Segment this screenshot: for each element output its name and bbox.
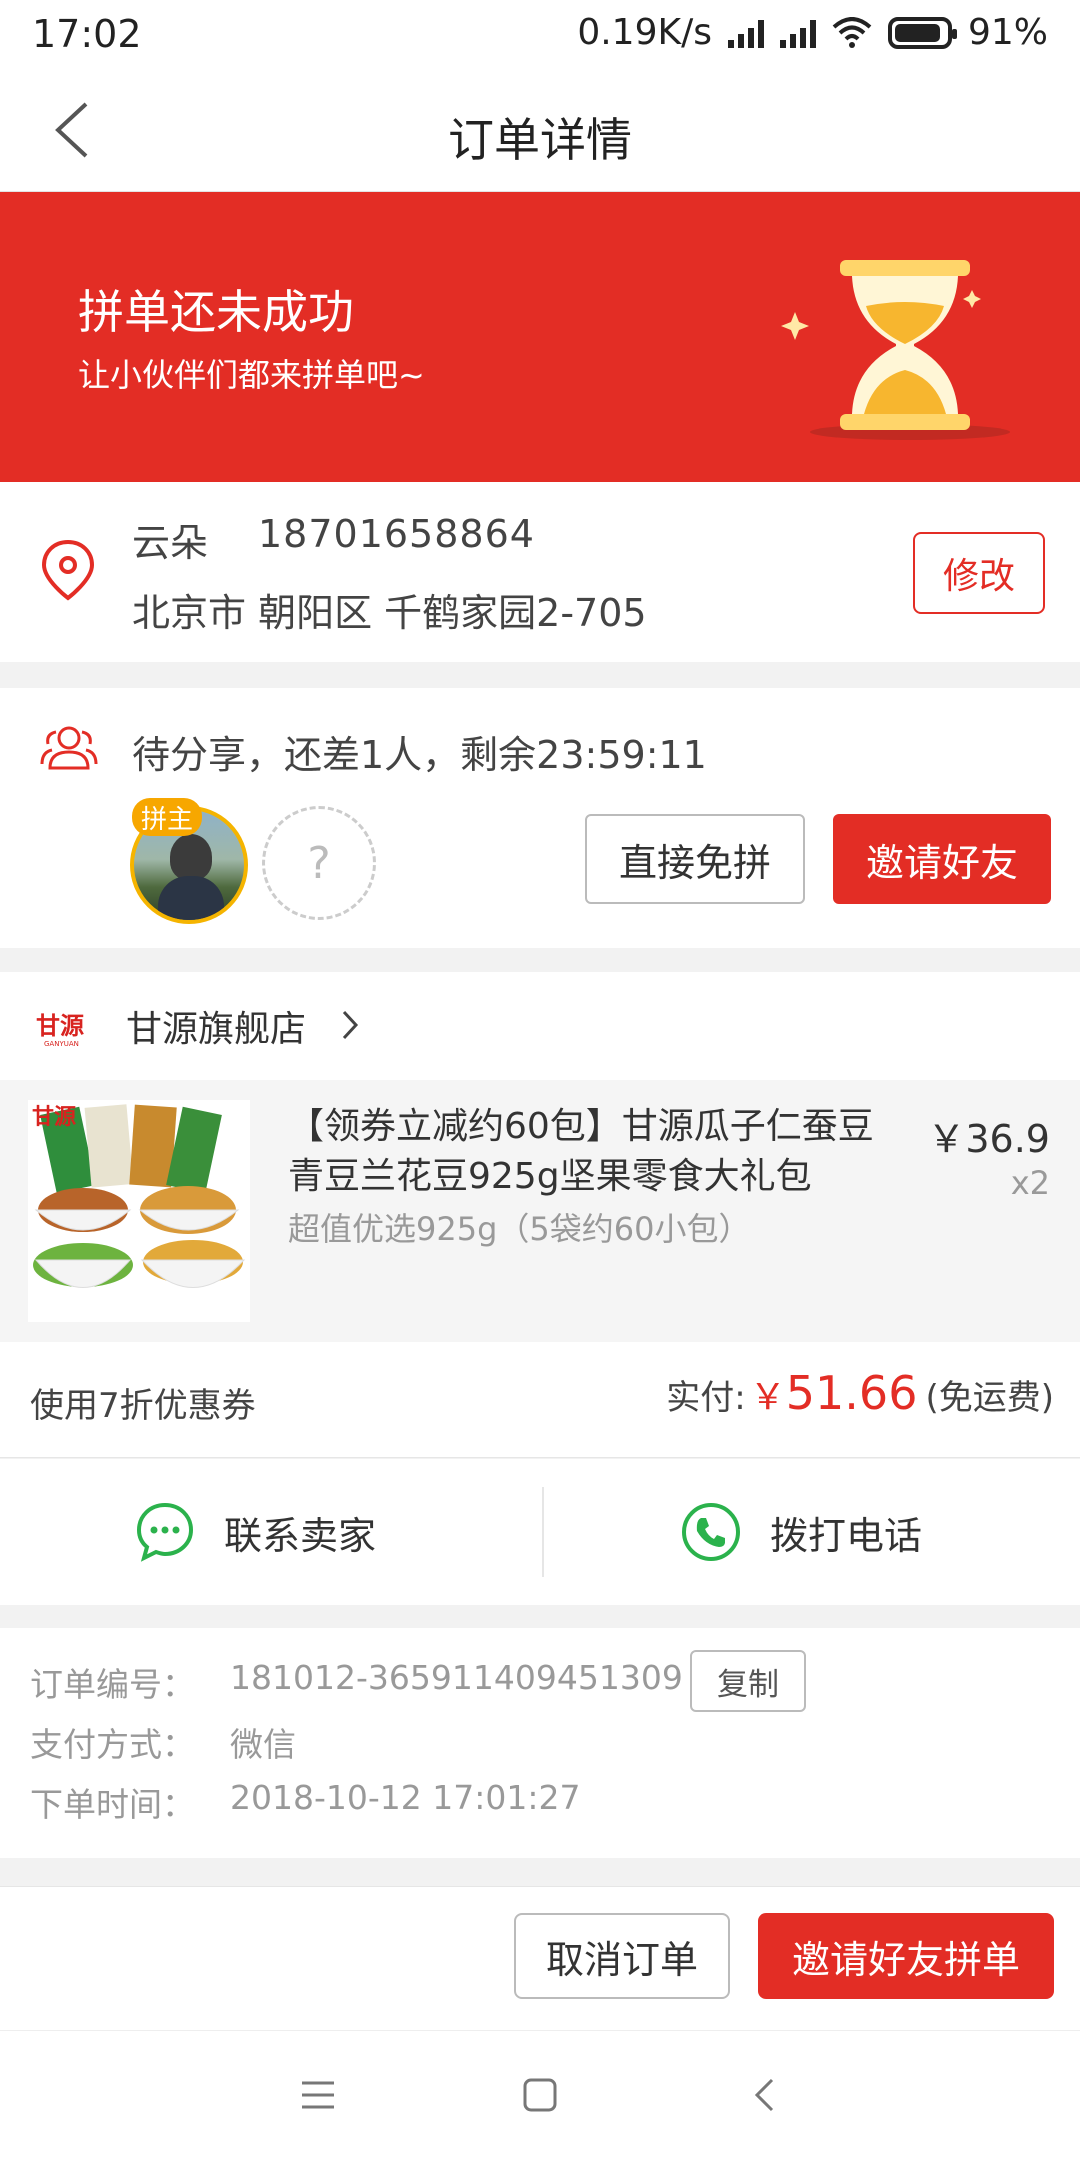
order-time-value: 2018-10-12 17:01:27 xyxy=(230,1778,581,1817)
address-section: 云朵 18701658864 北京市 朝阳区 千鹤家园2-705 修改 xyxy=(0,482,1080,662)
call-phone-button[interactable]: 拨打电话 xyxy=(680,1459,922,1605)
product-item[interactable]: 甘源 【领券立减约60包】甘源瓜子仁蚕豆青豆兰花豆925g坚果零食大礼包 超值优… xyxy=(0,1080,1080,1342)
group-buy-section: 待分享，还差1人，剩余23:59:11 拼主 ? 直接免拼 邀请好友 xyxy=(0,688,1080,948)
contact-divider xyxy=(542,1487,544,1577)
paid-value: 51.66 xyxy=(785,1366,918,1420)
shop-logo: 甘源 GANYUAN xyxy=(36,1012,84,1048)
group-people-icon xyxy=(40,726,98,770)
banner-subtitle: 让小伙伴们都来拼单吧~ xyxy=(78,356,425,394)
battery-fill xyxy=(894,23,941,42)
hourglass-icon xyxy=(781,260,1010,440)
copy-order-number-button[interactable]: 复制 xyxy=(690,1650,806,1712)
shop-name: 甘源旗舰店 xyxy=(126,1009,307,1050)
product-image-graphic: 甘源 xyxy=(28,1100,250,1322)
contact-seller-button[interactable]: 联系卖家 xyxy=(134,1459,376,1605)
home-icon[interactable] xyxy=(522,2077,558,2113)
menu-icon[interactable] xyxy=(300,2079,336,2111)
banner-title: 拼单还未成功 xyxy=(78,285,354,339)
invite-friend-button[interactable]: 邀请好友 xyxy=(833,814,1051,904)
status-bar: 17:02 0.19K/s 91% xyxy=(0,0,1080,70)
product-price: ￥36.9 xyxy=(927,1117,1050,1161)
payment-method-label: 支付方式： xyxy=(30,1725,195,1764)
contact-seller-label: 联系卖家 xyxy=(224,1513,377,1558)
coupon-text: 使用7折优惠券 xyxy=(30,1386,256,1426)
paid-label: 实付: xyxy=(666,1378,746,1418)
battery-icon xyxy=(887,16,957,49)
avatar-head xyxy=(170,834,212,880)
product-image-logo: 甘源 xyxy=(32,1105,76,1130)
signal-icon-2 xyxy=(779,18,816,48)
edit-address-button[interactable]: 修改 xyxy=(913,532,1045,614)
recipient-phone: 18701658864 xyxy=(258,512,535,556)
recipient-name: 云朵 xyxy=(132,521,209,565)
contact-section: 联系卖家 拨打电话 xyxy=(0,1459,1080,1605)
payment-method-value: 微信 xyxy=(230,1725,296,1764)
avatar-body xyxy=(158,876,224,920)
svg-text:GANYUAN: GANYUAN xyxy=(44,1040,79,1048)
product-image: 甘源 xyxy=(28,1100,250,1322)
wifi-icon xyxy=(832,16,872,48)
shop-logo-text: 甘源 xyxy=(36,1012,84,1040)
currency-symbol: ￥ xyxy=(749,1377,786,1418)
status-banner: 拼单还未成功 让小伙伴们都来拼单吧~ xyxy=(0,192,1080,482)
bottom-action-bar: 取消订单 邀请好友拼单 xyxy=(0,1886,1080,2030)
system-nav-bar xyxy=(0,2030,1080,2160)
empty-member-slot: ? xyxy=(262,806,376,920)
group-status-text: 待分享，还差1人，剩余23:59:11 xyxy=(132,733,707,777)
owner-badge: 拼主 xyxy=(132,798,202,836)
order-time-label: 下单时间： xyxy=(30,1785,195,1824)
chevron-right-icon xyxy=(342,1010,359,1040)
phone-icon xyxy=(682,1503,740,1561)
product-quantity: x2 xyxy=(1010,1164,1050,1202)
battery-percent: 91% xyxy=(967,12,1048,53)
system-back-icon[interactable] xyxy=(752,2077,776,2113)
address-line: 北京市 朝阳区 千鹤家园2-705 xyxy=(132,591,647,635)
page-title: 订单详情 xyxy=(448,113,632,167)
order-number-value: 181012-365911409451309 xyxy=(230,1658,683,1697)
chat-bubble-icon xyxy=(136,1502,194,1562)
product-spec: 超值优选925g（5袋约60小包） xyxy=(288,1210,751,1248)
network-speed: 0.19K/s xyxy=(577,12,712,53)
status-time: 17:02 xyxy=(32,12,142,56)
status-indicators: 0.19K/s 91% xyxy=(577,12,1048,53)
skip-group-button[interactable]: 直接免拼 xyxy=(585,814,805,904)
order-info-section: 订单编号： 181012-365911409451309 复制 支付方式： 微信… xyxy=(0,1628,1080,1858)
shop-header[interactable]: 甘源 GANYUAN 甘源旗舰店 xyxy=(0,972,1080,1080)
call-phone-label: 拨打电话 xyxy=(770,1513,923,1558)
location-pin-icon xyxy=(41,539,95,601)
cancel-order-button[interactable]: 取消订单 xyxy=(514,1913,730,1999)
product-title: 【领券立减约60包】甘源瓜子仁蚕豆青豆兰花豆925g坚果零食大礼包 xyxy=(288,1106,874,1197)
nav-bar: 订单详情 xyxy=(0,70,1080,192)
order-number-label: 订单编号： xyxy=(30,1665,195,1704)
paid-amount: 实付: ￥ 51.66 (免运费) xyxy=(666,1366,1054,1420)
signal-icon xyxy=(727,18,764,48)
invite-friends-group-button[interactable]: 邀请好友拼单 xyxy=(758,1913,1054,1999)
shipping-note: (免运费) xyxy=(925,1378,1054,1418)
payment-summary: 使用7折优惠券 实付: ￥ 51.66 (免运费) xyxy=(0,1342,1080,1458)
